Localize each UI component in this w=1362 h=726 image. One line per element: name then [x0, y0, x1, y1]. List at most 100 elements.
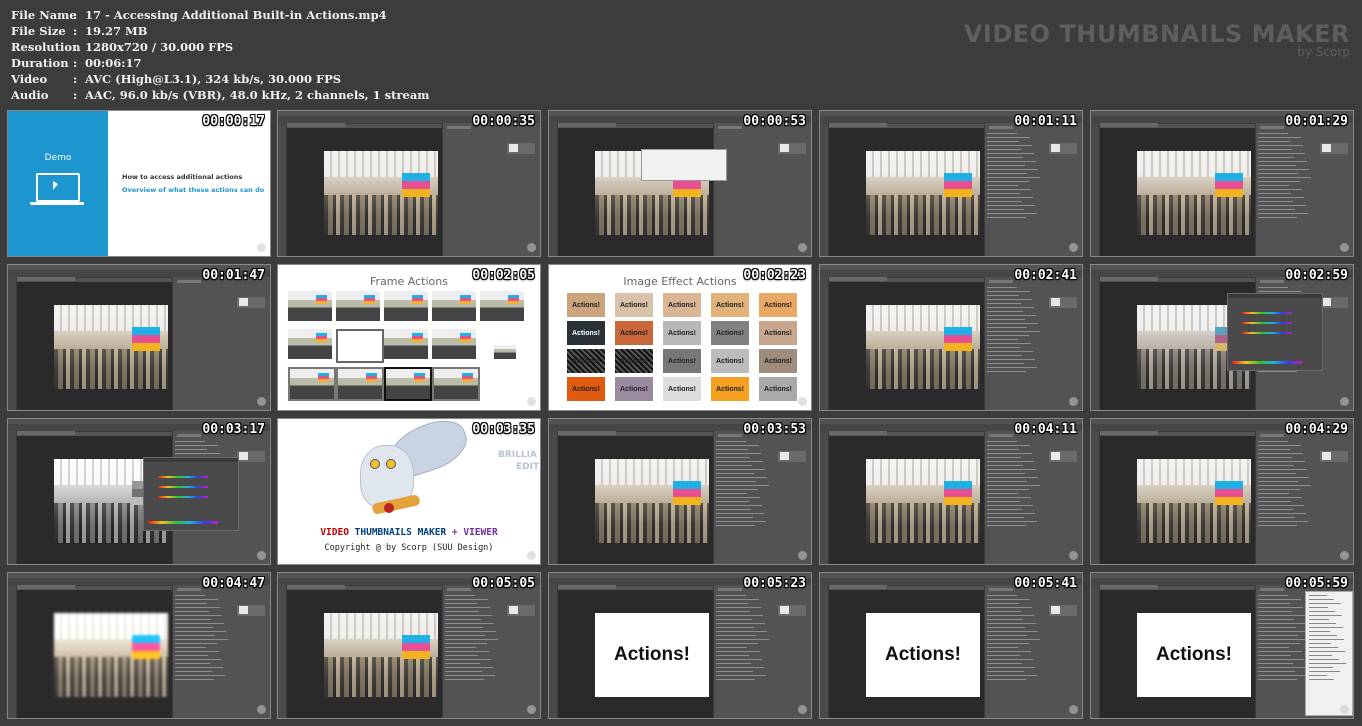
actions-panel [713, 585, 811, 718]
menu-item[interactable] [1309, 631, 1330, 632]
thumbnail[interactable]: 00:03:17 [7, 418, 271, 565]
effect-sample: Actions! [711, 293, 749, 317]
ps-tools [1091, 277, 1100, 410]
effect-sample: Actions! [567, 349, 605, 373]
menu-item[interactable] [1309, 643, 1331, 644]
actions-list-item [1258, 145, 1303, 146]
actions-list-item [1258, 635, 1298, 636]
thumbnail[interactable]: BRILLIA EDIT VIDEO THUMBNAILS MAKER + VIEW… [277, 418, 541, 565]
menu-item[interactable] [1309, 627, 1343, 628]
thumbnail[interactable]: 00:04:29 [1090, 418, 1354, 565]
menu-item[interactable] [1309, 595, 1327, 596]
menu-item[interactable] [1309, 635, 1337, 636]
thumbnail[interactable]: Actions! 00:05:41 [819, 572, 1083, 719]
splash-title: VIDEO THUMBNAILS MAKER + VIEWER [278, 527, 540, 538]
actions-list-item [1258, 655, 1291, 656]
actions-list-item [987, 663, 1022, 664]
photo-sign [132, 327, 160, 351]
photo-sign [1215, 481, 1243, 505]
thumbnail[interactable]: 00:00:35 [277, 110, 541, 257]
thumbnail[interactable]: 00:01:11 [819, 110, 1083, 257]
timestamp: 00:00:53 [743, 114, 806, 129]
actions-list-item [716, 505, 762, 506]
ps-tabbar [1100, 431, 1158, 435]
actions-list-item [1258, 603, 1290, 604]
menu-item[interactable] [1309, 639, 1344, 640]
thumbnail[interactable]: 00:02:41 [819, 264, 1083, 411]
thumbnail[interactable]: 00:03:53 [548, 418, 812, 565]
timestamp: 00:05:05 [472, 576, 535, 591]
menu-item[interactable] [1309, 671, 1340, 672]
actions-list-item [987, 367, 1037, 368]
actions-list-item [987, 675, 1037, 676]
timestamp: 00:02:41 [1014, 268, 1077, 283]
thumbnail[interactable]: 00:05:05 [277, 572, 541, 719]
menu-item[interactable] [1309, 651, 1345, 652]
corner-badge [257, 243, 266, 252]
photo-people [866, 195, 980, 235]
ps-tabbar [17, 277, 75, 281]
frame-sample [384, 367, 432, 401]
menu-item[interactable] [1309, 667, 1333, 668]
actions-list-item [716, 603, 748, 604]
menu-item[interactable] [1309, 615, 1342, 616]
actions-list-item [716, 651, 760, 652]
corner-badge [527, 397, 536, 406]
actions-list-item [987, 343, 1031, 344]
slider-track[interactable] [1242, 332, 1292, 334]
slider-track[interactable] [158, 486, 208, 488]
slider-track[interactable] [158, 476, 208, 478]
actions-image-text: Actions! [614, 644, 690, 665]
slider-track[interactable] [1242, 312, 1292, 314]
actions-list-item [1258, 607, 1303, 608]
menu-item[interactable] [1309, 603, 1341, 604]
actions-list-item [987, 465, 1023, 466]
photo-people [1137, 503, 1251, 543]
actions-list-item [987, 315, 1036, 316]
actions-list-item [1258, 667, 1306, 668]
menu-item[interactable] [1309, 675, 1327, 676]
photo-people [866, 503, 980, 543]
thumbnail[interactable]: 00:01:29 [1090, 110, 1354, 257]
menu-item[interactable] [1309, 619, 1329, 620]
menu-item[interactable] [1309, 647, 1338, 648]
menu-item[interactable] [1309, 663, 1346, 664]
menu-item[interactable] [1309, 611, 1335, 612]
slider-track[interactable] [158, 496, 208, 498]
actions-list-item [175, 635, 215, 636]
actions-list-item [1258, 153, 1305, 154]
thumbnail[interactable]: Image Effect Actions Actions! Actions! Acti… [548, 264, 812, 411]
effect-sample: Actions! [711, 377, 749, 401]
ps-tools [820, 585, 829, 718]
actions-list-item [716, 525, 755, 526]
timestamp: 00:02:23 [743, 268, 806, 283]
thumbnail[interactable]: Demo How to access additional actions Over… [7, 110, 271, 257]
thumbnail[interactable]: 00:00:53 [548, 110, 812, 257]
thumbnail[interactable]: Frame Actions 00:02:05 [277, 264, 541, 411]
layer-thumbnail [239, 298, 248, 306]
menu-item[interactable] [1309, 655, 1332, 656]
menu-item[interactable] [1309, 659, 1339, 660]
actions-list-item [1258, 217, 1297, 218]
menu-item[interactable] [1309, 623, 1336, 624]
menu-item[interactable] [1309, 679, 1334, 680]
actions-list-item [1258, 505, 1304, 506]
actions-panel [984, 431, 1082, 564]
slider-track[interactable] [1242, 322, 1292, 324]
actions-list-item [1258, 469, 1307, 470]
thumbnail[interactable]: Actions! 00:05:59 [1090, 572, 1354, 719]
actions-list-item [987, 595, 1017, 596]
actions-list-item [1258, 441, 1288, 442]
actions-list-item [175, 671, 212, 672]
actions-list-item [1258, 149, 1292, 150]
menu-item[interactable] [1309, 599, 1334, 600]
thumbnail[interactable]: Actions! 00:05:23 [548, 572, 812, 719]
thumbnail[interactable]: 00:01:47 [7, 264, 271, 411]
photo-people [324, 657, 438, 697]
panel-tab [1260, 588, 1284, 591]
thumbnail[interactable]: 00:04:11 [819, 418, 1083, 565]
menu-item[interactable] [1309, 607, 1328, 608]
thumbnail[interactable]: 00:02:59 [1090, 264, 1354, 411]
layer-thumbnail [780, 606, 789, 614]
thumbnail[interactable]: 00:04:47 [7, 572, 271, 719]
